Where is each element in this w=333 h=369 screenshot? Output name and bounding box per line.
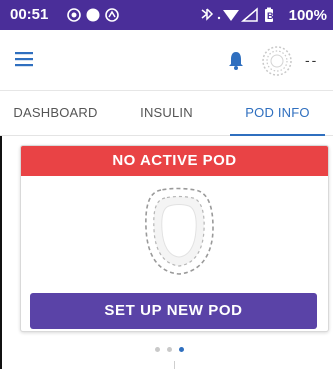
set-up-new-pod-button[interactable]: SET UP NEW POD xyxy=(30,293,317,329)
bell-icon[interactable] xyxy=(225,49,247,71)
hamburger-menu-icon[interactable] xyxy=(14,49,34,69)
tab-insulin[interactable]: INSULIN xyxy=(111,91,222,135)
app-bar: -- xyxy=(0,30,333,91)
page-dot-active[interactable] xyxy=(179,347,184,352)
status-time: 00:51 xyxy=(10,6,49,23)
status-left-icons xyxy=(67,6,125,24)
tab-bar: DASHBOARD INSULIN POD INFO xyxy=(0,91,333,136)
page-dot[interactable] xyxy=(155,347,160,352)
scroll-hint-line xyxy=(174,361,175,369)
status-right-icons: B 100% xyxy=(201,6,327,24)
pod-status-icon[interactable] xyxy=(260,44,294,78)
tab-pod-info[interactable]: POD INFO xyxy=(222,91,333,136)
page-dot[interactable] xyxy=(167,347,172,352)
page-indicator xyxy=(155,347,191,355)
tab-dashboard[interactable]: DASHBOARD xyxy=(0,91,111,135)
pod-card: NO ACTIVE POD SET UP NEW POD xyxy=(20,145,329,332)
no-active-pod-banner: NO ACTIVE POD xyxy=(21,146,328,176)
system-icons: B xyxy=(201,7,274,22)
svg-text:B: B xyxy=(267,11,274,21)
pod-status-text: -- xyxy=(305,52,319,68)
battery-percentage: 100% xyxy=(288,6,327,24)
notification-icons xyxy=(67,8,119,22)
pod-outline-icon xyxy=(139,184,219,280)
status-bar: 00:51 B 100% xyxy=(0,0,333,30)
